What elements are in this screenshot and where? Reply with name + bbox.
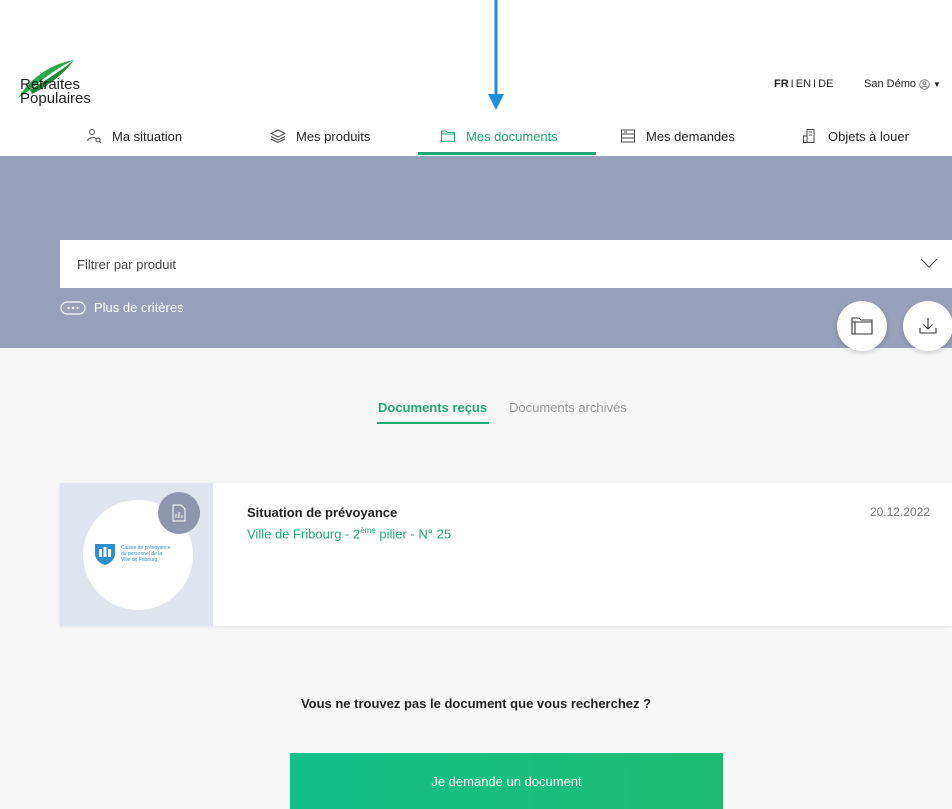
chevron-down-icon <box>920 258 938 268</box>
main-nav: Ma situation Mes produits Mes documents <box>0 116 952 156</box>
lang-separator: I <box>790 78 794 90</box>
person-search-icon <box>87 129 102 144</box>
tab-documents-archives[interactable]: Documents archivés <box>509 400 627 415</box>
building-icon <box>803 129 815 143</box>
document-tabs: Documents reçus Documents archivés <box>0 400 952 430</box>
nav-label: Mes demandes <box>646 128 735 144</box>
document-date: 20.12.2022 <box>869 505 930 519</box>
tab-active-indicator <box>377 422 489 424</box>
document-type-badge <box>158 492 200 534</box>
document-subtitle: Ville de Fribourg - 2ème pilier - N° 25 <box>247 526 451 541</box>
caret-down-icon: ▼ <box>932 79 941 89</box>
help-question: Vous ne trouvez pas le document que vous… <box>300 696 652 711</box>
request-document-button[interactable]: Je demande un document <box>290 753 723 809</box>
document-title[interactable]: Situation de prévoyance <box>247 505 397 520</box>
subtitle-part: pilier - N° 25 <box>375 526 452 542</box>
document-card[interactable]: Caisse de prévoyance du personnel de la … <box>60 483 952 626</box>
product-filter-select[interactable]: Filtrer par produit <box>60 240 952 288</box>
nav-label: Mes documents <box>466 128 558 144</box>
nav-item-objets-a-louer[interactable]: Objets à louer <box>802 116 909 156</box>
document-thumbnail: Caisse de prévoyance du personnel de la … <box>60 483 213 626</box>
fribourg-crest-icon <box>95 544 115 565</box>
layers-icon <box>270 129 286 144</box>
download-icon <box>919 318 937 334</box>
filter-placeholder: Filtrer par produit <box>77 256 176 272</box>
lang-en[interactable]: EN <box>796 78 811 90</box>
folder-icon <box>851 317 873 335</box>
issuer-line: Ville de Fribourg <box>121 557 158 563</box>
nav-item-mes-demandes[interactable]: Mes demandes <box>620 116 735 156</box>
nav-item-mes-produits[interactable]: Mes produits <box>270 116 370 156</box>
more-criteria-label: Plus de critères <box>94 300 184 315</box>
download-button[interactable] <box>903 301 952 351</box>
lang-de[interactable]: DE <box>818 78 833 90</box>
lang-separator: I <box>813 78 817 90</box>
brand-line-2: Populaires <box>20 90 91 107</box>
lang-fr[interactable]: FR <box>774 78 789 90</box>
annotation-arrow-icon <box>488 0 504 110</box>
user-name: San Démo <box>864 78 916 90</box>
issuer-logo: Caisse de prévoyance du personnel de la … <box>93 542 173 566</box>
nav-item-ma-situation[interactable]: Ma situation <box>86 116 182 156</box>
issuer-name: Caisse de prévoyance du personnel de la … <box>121 545 173 563</box>
requests-icon <box>621 129 635 143</box>
language-switcher: FR I EN I DE <box>774 78 833 90</box>
subtitle-part: Ville de Fribourg - 2 <box>247 526 361 542</box>
folder-icon <box>441 130 455 142</box>
brand-name[interactable]: Retraites Populaires <box>20 77 91 107</box>
nav-label: Objets à louer <box>828 128 909 144</box>
more-criteria-link[interactable]: Plus de critères <box>60 300 184 315</box>
more-dots-icon <box>60 300 86 315</box>
tab-documents-recus[interactable]: Documents reçus <box>378 400 487 415</box>
folder-button[interactable] <box>837 301 887 351</box>
nav-active-indicator <box>418 152 596 155</box>
nav-item-mes-documents[interactable]: Mes documents <box>440 116 558 156</box>
user-circle-icon <box>919 78 930 90</box>
document-chart-icon <box>172 504 186 522</box>
nav-label: Ma situation <box>112 128 183 144</box>
nav-label: Mes produits <box>296 128 371 144</box>
app-header: Retraites Populaires FR I EN I DE San Démo ▼… <box>0 0 952 156</box>
subtitle-superscript: ème <box>360 526 376 535</box>
user-menu[interactable]: San Démo ▼ <box>864 78 941 90</box>
filter-band: Filtrer par produit Plus de critères <box>0 156 952 351</box>
